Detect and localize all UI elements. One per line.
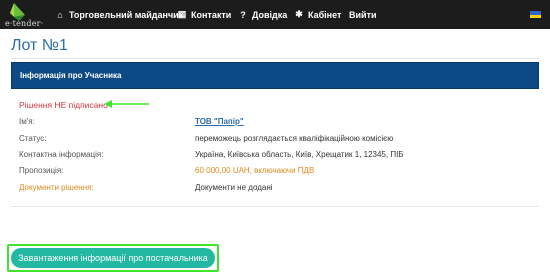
contact-value: Україна, Київська область, Київ, Хрещати… bbox=[195, 150, 404, 159]
help-icon: ? bbox=[240, 9, 246, 20]
decision-status: Рішення НЕ підписано bbox=[19, 100, 108, 110]
decision-documents-label: Документи рішення: bbox=[19, 183, 94, 192]
nav-cabinet-label: Кабінет bbox=[308, 9, 342, 20]
top-navbar: e·tender· ⌂ Торговельний майданчик ▤ Кон… bbox=[0, 0, 550, 29]
status-value: переможець розглядається кваліфікаційною… bbox=[195, 134, 394, 143]
offer-value: 60 000,00 UAH, включаючи ПДВ bbox=[195, 166, 315, 175]
home-icon: ⌂ bbox=[57, 9, 63, 20]
nav-contacts-label: Контакти bbox=[191, 9, 232, 20]
participant-info-panel: Інформація про Учасника bbox=[11, 62, 539, 89]
participant-panel-heading: Інформація про Учасника bbox=[20, 71, 122, 80]
nav-logout[interactable]: Вийти bbox=[349, 0, 377, 29]
participant-name-link[interactable]: ТОВ "Папір" bbox=[195, 117, 244, 126]
nav-help-label: Довідка bbox=[252, 9, 288, 20]
name-label: Ім'я: bbox=[19, 117, 35, 126]
offer-label: Пропозиція: bbox=[19, 166, 64, 175]
status-label: Статус: bbox=[19, 134, 47, 143]
arrow-left-icon bbox=[104, 100, 149, 108]
nav-logout-label: Вийти bbox=[349, 9, 377, 20]
nav-cabinet[interactable]: ✱ Кабінет bbox=[294, 0, 341, 29]
page-title: Лот №1 bbox=[11, 37, 68, 54]
decision-documents-value: Документи не додані bbox=[195, 183, 273, 192]
title-divider bbox=[11, 58, 539, 59]
nav-contacts[interactable]: ▤ Контакти bbox=[177, 0, 232, 29]
contacts-icon: ▤ bbox=[177, 9, 187, 19]
nav-marketplace-label: Торговельний майданчик bbox=[69, 9, 184, 20]
logo-text: e·tender· bbox=[5, 19, 44, 28]
nav-help[interactable]: ? Довідка bbox=[238, 0, 287, 29]
contact-label: Контактна інформація: bbox=[19, 150, 104, 159]
ukraine-flag-icon[interactable] bbox=[530, 11, 541, 18]
upload-supplier-info-button[interactable]: Завантаження інформації про постачальник… bbox=[11, 248, 215, 268]
nav-marketplace[interactable]: ⌂ Торговельний майданчик bbox=[55, 0, 183, 29]
section-divider bbox=[11, 206, 539, 207]
cabinet-icon: ✱ bbox=[295, 9, 303, 19]
